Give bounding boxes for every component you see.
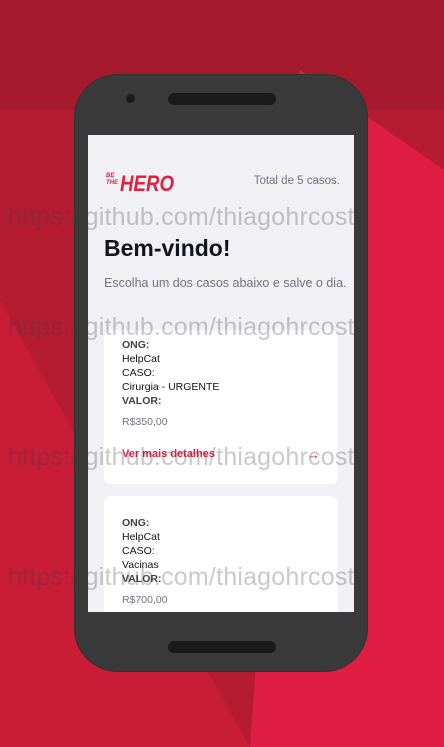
ong-value: HelpCat — [122, 531, 160, 543]
ong-value: HelpCat — [122, 353, 160, 365]
page-title: Bem-vindo! — [104, 235, 231, 261]
app-header: BE THE HERO Total de 5 casos. — [104, 165, 340, 195]
watermark-text: https://github.com/thiagohrcosta — [8, 203, 369, 231]
case-label: CASO: — [122, 367, 155, 379]
speaker-bottom — [168, 641, 276, 653]
page-subtitle: Escolha um dos casos abaixo e salve o di… — [104, 276, 347, 290]
ong-label: ONG: — [122, 517, 150, 529]
be-the-hero-logo: BE THE HERO — [106, 171, 174, 195]
svg-text:THE: THE — [106, 180, 119, 186]
speaker-top — [168, 93, 276, 105]
camera — [126, 94, 135, 103]
watermark-text: https://github.com/thiagohrcosta — [8, 443, 369, 471]
svg-text:HERO: HERO — [120, 171, 174, 195]
watermark-text: https://github.com/thiagohrcosta — [8, 563, 369, 591]
case-value: Cirurgia - URGENTE — [122, 381, 220, 393]
watermark-text: https://github.com/thiagohrcosta — [8, 313, 369, 341]
svg-text:BE: BE — [106, 173, 115, 179]
value-amount: R$700,00 — [122, 594, 168, 606]
total-cases: Total de 5 casos. — [253, 175, 340, 187]
case-label: CASO: — [122, 545, 155, 557]
case-card: ONG: HelpCat CASO: Vacinas VALOR: R$700,… — [104, 496, 338, 612]
value-label: VALOR: — [122, 395, 162, 407]
value-amount: R$350,00 — [122, 416, 168, 428]
